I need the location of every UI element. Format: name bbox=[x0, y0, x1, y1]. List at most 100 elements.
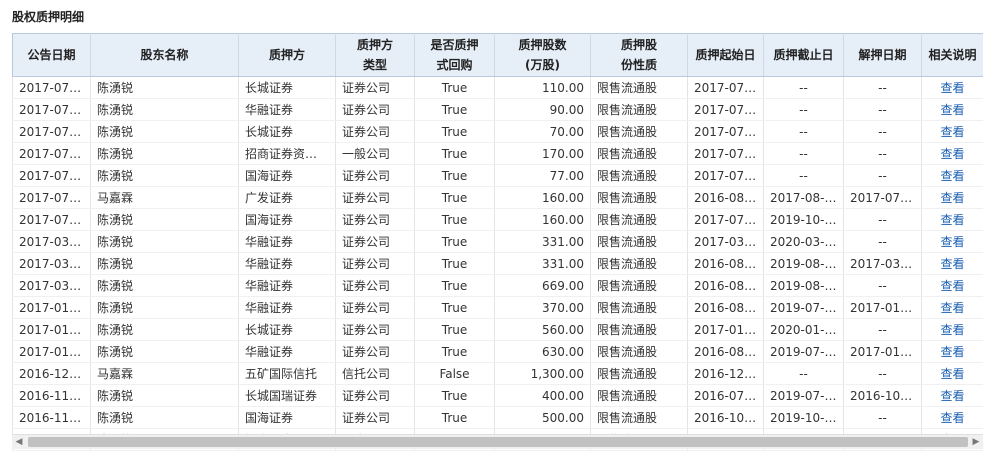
view-link-cell[interactable]: 查看 bbox=[922, 253, 983, 275]
column-header-label: 质押起始日 bbox=[688, 45, 763, 65]
pledgee-type-cell: 一般公司 bbox=[336, 143, 415, 165]
holder-name-cell: 陈湧锐 bbox=[91, 231, 239, 253]
release-date-cell: -- bbox=[844, 77, 922, 99]
holder-name-cell: 陈湧锐 bbox=[91, 319, 239, 341]
is-repo-cell: True bbox=[415, 253, 495, 275]
release-date-cell: -- bbox=[844, 275, 922, 297]
view-link-cell[interactable]: 查看 bbox=[922, 407, 983, 429]
release-date-cell: -- bbox=[844, 363, 922, 385]
pledged-shares-cell: 331.00 bbox=[495, 231, 591, 253]
pledged-shares-cell: 160.00 bbox=[495, 187, 591, 209]
holder-name-cell: 陈湧锐 bbox=[91, 341, 239, 363]
pledgee-type-cell: 证券公司 bbox=[336, 297, 415, 319]
pledgee-type-cell: 证券公司 bbox=[336, 341, 415, 363]
holder-name-cell: 陈湧锐 bbox=[91, 99, 239, 121]
view-link-cell[interactable]: 查看 bbox=[922, 363, 983, 385]
table-row: 2016-12-22马嘉霖五矿国际信托信托公司False1,300.00限售流通… bbox=[13, 363, 983, 385]
release-date-cell: 2017-01-09 bbox=[844, 341, 922, 363]
view-link-cell[interactable]: 查看 bbox=[922, 209, 983, 231]
table-row: 2017-07-15陈湧锐国海证券证券公司True160.00限售流通股2017… bbox=[13, 209, 983, 231]
view-link-cell[interactable]: 查看 bbox=[922, 341, 983, 363]
announce-date-cell: 2017-07-15 bbox=[13, 209, 91, 231]
pledged-shares-cell: 170.00 bbox=[495, 143, 591, 165]
pledgee-type-cell: 证券公司 bbox=[336, 231, 415, 253]
release-date-cell: 2017-01-13 bbox=[844, 297, 922, 319]
pledge-start-cell: 2016-07-26 bbox=[688, 385, 764, 407]
table-row: 2016-11-02陈湧锐长城国瑞证券证券公司True400.00限售流通股20… bbox=[13, 385, 983, 407]
pledgee-type-cell: 证券公司 bbox=[336, 77, 415, 99]
view-link-cell[interactable]: 查看 bbox=[922, 187, 983, 209]
view-link-cell[interactable]: 查看 bbox=[922, 99, 983, 121]
view-link-cell[interactable]: 查看 bbox=[922, 297, 983, 319]
pledged-shares-cell: 1,300.00 bbox=[495, 363, 591, 385]
column-header-sublabel: (万股) bbox=[495, 55, 590, 75]
is-repo-cell: True bbox=[415, 341, 495, 363]
pledge-start-cell: 2017-07-17 bbox=[688, 77, 764, 99]
is-repo-cell: True bbox=[415, 209, 495, 231]
holder-name-cell: 陈湧锐 bbox=[91, 121, 239, 143]
pledgee-cell: 华融证券 bbox=[239, 253, 336, 275]
view-link-cell[interactable]: 查看 bbox=[922, 143, 983, 165]
announce-date-cell: 2017-03-24 bbox=[13, 231, 91, 253]
holder-name-cell: 陈湧锐 bbox=[91, 143, 239, 165]
pledged-shares-cell: 400.00 bbox=[495, 385, 591, 407]
view-link-cell[interactable]: 查看 bbox=[922, 77, 983, 99]
release-date-cell: 2017-03-21 bbox=[844, 253, 922, 275]
share-nature-cell: 限售流通股 bbox=[591, 77, 688, 99]
column-header: 公告日期 bbox=[13, 34, 91, 77]
is-repo-cell: True bbox=[415, 407, 495, 429]
is-repo-cell: False bbox=[415, 363, 495, 385]
share-nature-cell: 限售流通股 bbox=[591, 363, 688, 385]
holder-name-cell: 陈湧锐 bbox=[91, 165, 239, 187]
share-nature-cell: 限售流通股 bbox=[591, 121, 688, 143]
pledge-start-cell: 2017-07-14 bbox=[688, 121, 764, 143]
scroll-right-icon[interactable]: ▶ bbox=[969, 435, 983, 449]
holder-name-cell: 陈湧锐 bbox=[91, 253, 239, 275]
holder-name-cell: 陈湧锐 bbox=[91, 297, 239, 319]
share-nature-cell: 限售流通股 bbox=[591, 165, 688, 187]
column-header-label: 解押日期 bbox=[844, 45, 921, 65]
scrollbar-thumb[interactable] bbox=[28, 437, 968, 447]
is-repo-cell: True bbox=[415, 319, 495, 341]
pledge-end-cell: 2017-08-24 bbox=[764, 187, 844, 209]
column-header: 质押方类型 bbox=[336, 34, 415, 77]
is-repo-cell: True bbox=[415, 275, 495, 297]
horizontal-scrollbar[interactable]: ◀ ▶ bbox=[12, 434, 983, 449]
pledge-end-cell: 2019-07-31 bbox=[764, 297, 844, 319]
table-row: 2016-11-02陈湧锐国海证券证券公司True500.00限售流通股2016… bbox=[13, 407, 983, 429]
announce-date-cell: 2017-07-20 bbox=[13, 121, 91, 143]
pledgee-cell: 华融证券 bbox=[239, 275, 336, 297]
table-row: 2017-01-10陈湧锐华融证券证券公司True630.00限售流通股2016… bbox=[13, 341, 983, 363]
pledgee-cell: 华融证券 bbox=[239, 341, 336, 363]
pledge-end-cell: 2019-10-13 bbox=[764, 407, 844, 429]
view-link-cell[interactable]: 查看 bbox=[922, 275, 983, 297]
pledgee-type-cell: 证券公司 bbox=[336, 165, 415, 187]
view-link-cell[interactable]: 查看 bbox=[922, 121, 983, 143]
pledgee-cell: 国海证券 bbox=[239, 209, 336, 231]
pledged-shares-cell: 669.00 bbox=[495, 275, 591, 297]
release-date-cell: -- bbox=[844, 209, 922, 231]
release-date-cell: -- bbox=[844, 143, 922, 165]
view-link-cell[interactable]: 查看 bbox=[922, 231, 983, 253]
column-header: 相关说明 bbox=[922, 34, 983, 77]
pledged-shares-cell: 77.00 bbox=[495, 165, 591, 187]
is-repo-cell: True bbox=[415, 231, 495, 253]
is-repo-cell: True bbox=[415, 99, 495, 121]
column-header: 质押方 bbox=[239, 34, 336, 77]
pledge-end-cell: -- bbox=[764, 143, 844, 165]
pledgee-type-cell: 证券公司 bbox=[336, 253, 415, 275]
pledge-start-cell: 2016-10-28 bbox=[688, 407, 764, 429]
view-link-cell[interactable]: 查看 bbox=[922, 385, 983, 407]
view-link-cell[interactable]: 查看 bbox=[922, 165, 983, 187]
share-nature-cell: 限售流通股 bbox=[591, 275, 688, 297]
scroll-left-icon[interactable]: ◀ bbox=[12, 435, 26, 449]
view-link-cell[interactable]: 查看 bbox=[922, 319, 983, 341]
pledgee-type-cell: 证券公司 bbox=[336, 209, 415, 231]
is-repo-cell: True bbox=[415, 385, 495, 407]
pledged-shares-cell: 500.00 bbox=[495, 407, 591, 429]
column-header: 质押起始日 bbox=[688, 34, 764, 77]
share-nature-cell: 限售流通股 bbox=[591, 297, 688, 319]
share-nature-cell: 限售流通股 bbox=[591, 319, 688, 341]
column-header: 是否质押式回购 bbox=[415, 34, 495, 77]
pledgee-type-cell: 证券公司 bbox=[336, 275, 415, 297]
